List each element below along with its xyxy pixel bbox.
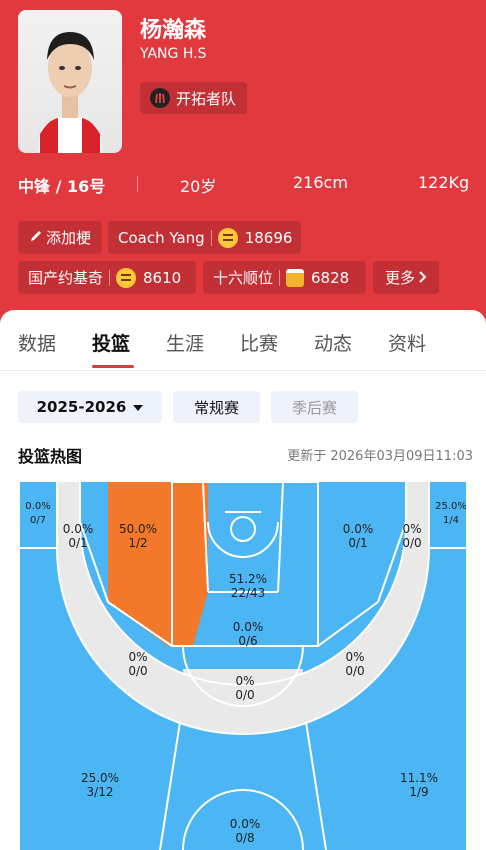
- team-logo-icon: [150, 88, 170, 108]
- beer-icon: [286, 268, 305, 287]
- team-name: 开拓者队: [176, 89, 237, 108]
- player-avatar: [18, 10, 122, 153]
- tab-career[interactable]: 生涯: [166, 329, 204, 356]
- tab-profile[interactable]: 资料: [388, 329, 426, 356]
- tab-shooting[interactable]: 投篮: [92, 329, 130, 356]
- more-label: 更多: [384, 269, 415, 287]
- add-nickname-label: 添加梗: [45, 229, 91, 247]
- caret-down-icon: [133, 398, 144, 416]
- section-title: 投篮热图: [18, 447, 83, 466]
- zone-made: 0/7: [30, 515, 46, 526]
- more-nicknames-button[interactable]: 更多: [373, 261, 439, 294]
- zone-pct: 0.0%: [63, 522, 94, 536]
- zone-pct: 0%: [402, 522, 421, 536]
- zone-made: 0/8: [235, 831, 254, 845]
- zone-pct: 25.0%: [81, 771, 119, 785]
- zone-pct: 11.1%: [400, 771, 438, 785]
- updated-timestamp: 更新于 2026年03月09日11:03: [287, 449, 473, 464]
- position-number: 中锋 / 16号: [18, 177, 106, 196]
- zone-pct: 50.0%: [119, 522, 157, 536]
- zone-pct: 0%: [345, 650, 364, 664]
- chip-divider: [279, 269, 281, 286]
- tab-games[interactable]: 比赛: [240, 329, 278, 356]
- zone-pct: 0.0%: [233, 620, 264, 634]
- player-weight: 122Kg: [418, 173, 470, 192]
- emoji-icon: [217, 227, 238, 248]
- season-value: 2025-2026: [36, 398, 127, 416]
- active-tab-indicator: [92, 365, 134, 368]
- zone-made: 0/0: [128, 664, 147, 678]
- team-button[interactable]: 开拓者队: [140, 82, 248, 114]
- shot-heatmap: 0.0% 0/7 0.0% 0/1 50.0% 1/2 51.2% 22/43 …: [20, 482, 466, 850]
- zone-pct: 0.0%: [343, 522, 374, 536]
- playoffs-button[interactable]: 季后赛: [271, 391, 358, 423]
- nickname-chip-jokic[interactable]: 国产约基奇 8610: [18, 261, 196, 294]
- pencil-icon: [29, 229, 43, 247]
- season-select[interactable]: 2025-2026: [18, 391, 162, 423]
- zone-pct: 0%: [235, 674, 254, 688]
- zone-made: 1/9: [409, 785, 428, 799]
- player-height: 216cm: [293, 173, 348, 192]
- nickname-count: 18696: [244, 228, 293, 247]
- zone-pct: 51.2%: [229, 572, 267, 586]
- tab-news[interactable]: 动态: [314, 329, 352, 356]
- emoji-icon: [116, 267, 137, 288]
- divider: [137, 176, 138, 192]
- player-age: 20岁: [180, 177, 217, 196]
- zone-made: 0/0: [345, 664, 364, 678]
- player-english-name: YANG H.S: [140, 46, 207, 62]
- zone-made: 0/0: [235, 688, 254, 702]
- chevron-right-icon: [419, 269, 427, 287]
- regular-season-button[interactable]: 常规赛: [173, 391, 260, 423]
- nickname-label: Coach Yang: [118, 228, 205, 247]
- chip-divider: [210, 229, 212, 246]
- nickname-label: 十六顺位: [213, 269, 274, 287]
- zone-pct: 0.0%: [230, 817, 261, 831]
- chip-divider: [109, 269, 111, 286]
- add-nickname-button[interactable]: 添加梗: [18, 221, 102, 254]
- nickname-count: 8610: [143, 268, 182, 287]
- zone-made: 1/4: [443, 515, 459, 526]
- tab-divider: [0, 370, 486, 371]
- zone-made: 0/0: [402, 536, 421, 550]
- zone-made: 22/43: [231, 586, 266, 600]
- nickname-label: 国产约基奇: [28, 269, 104, 287]
- tab-data[interactable]: 数据: [18, 329, 56, 356]
- nickname-chip-sixteenth[interactable]: 十六顺位 6828: [203, 261, 366, 294]
- zone-pct: 0.0%: [25, 501, 50, 512]
- player-name: 杨瀚森: [140, 18, 207, 43]
- zone-made: 0/6: [238, 634, 257, 648]
- zone-made: 1/2: [128, 536, 147, 550]
- zone-made: 3/12: [87, 785, 114, 799]
- zone-pct: 0%: [128, 650, 147, 664]
- nickname-count: 6828: [311, 268, 350, 287]
- zone-made: 0/1: [68, 536, 87, 550]
- zone-made: 0/1: [348, 536, 367, 550]
- nickname-chip-coach[interactable]: Coach Yang 18696: [108, 221, 301, 254]
- zone-pct: 25.0%: [435, 501, 466, 512]
